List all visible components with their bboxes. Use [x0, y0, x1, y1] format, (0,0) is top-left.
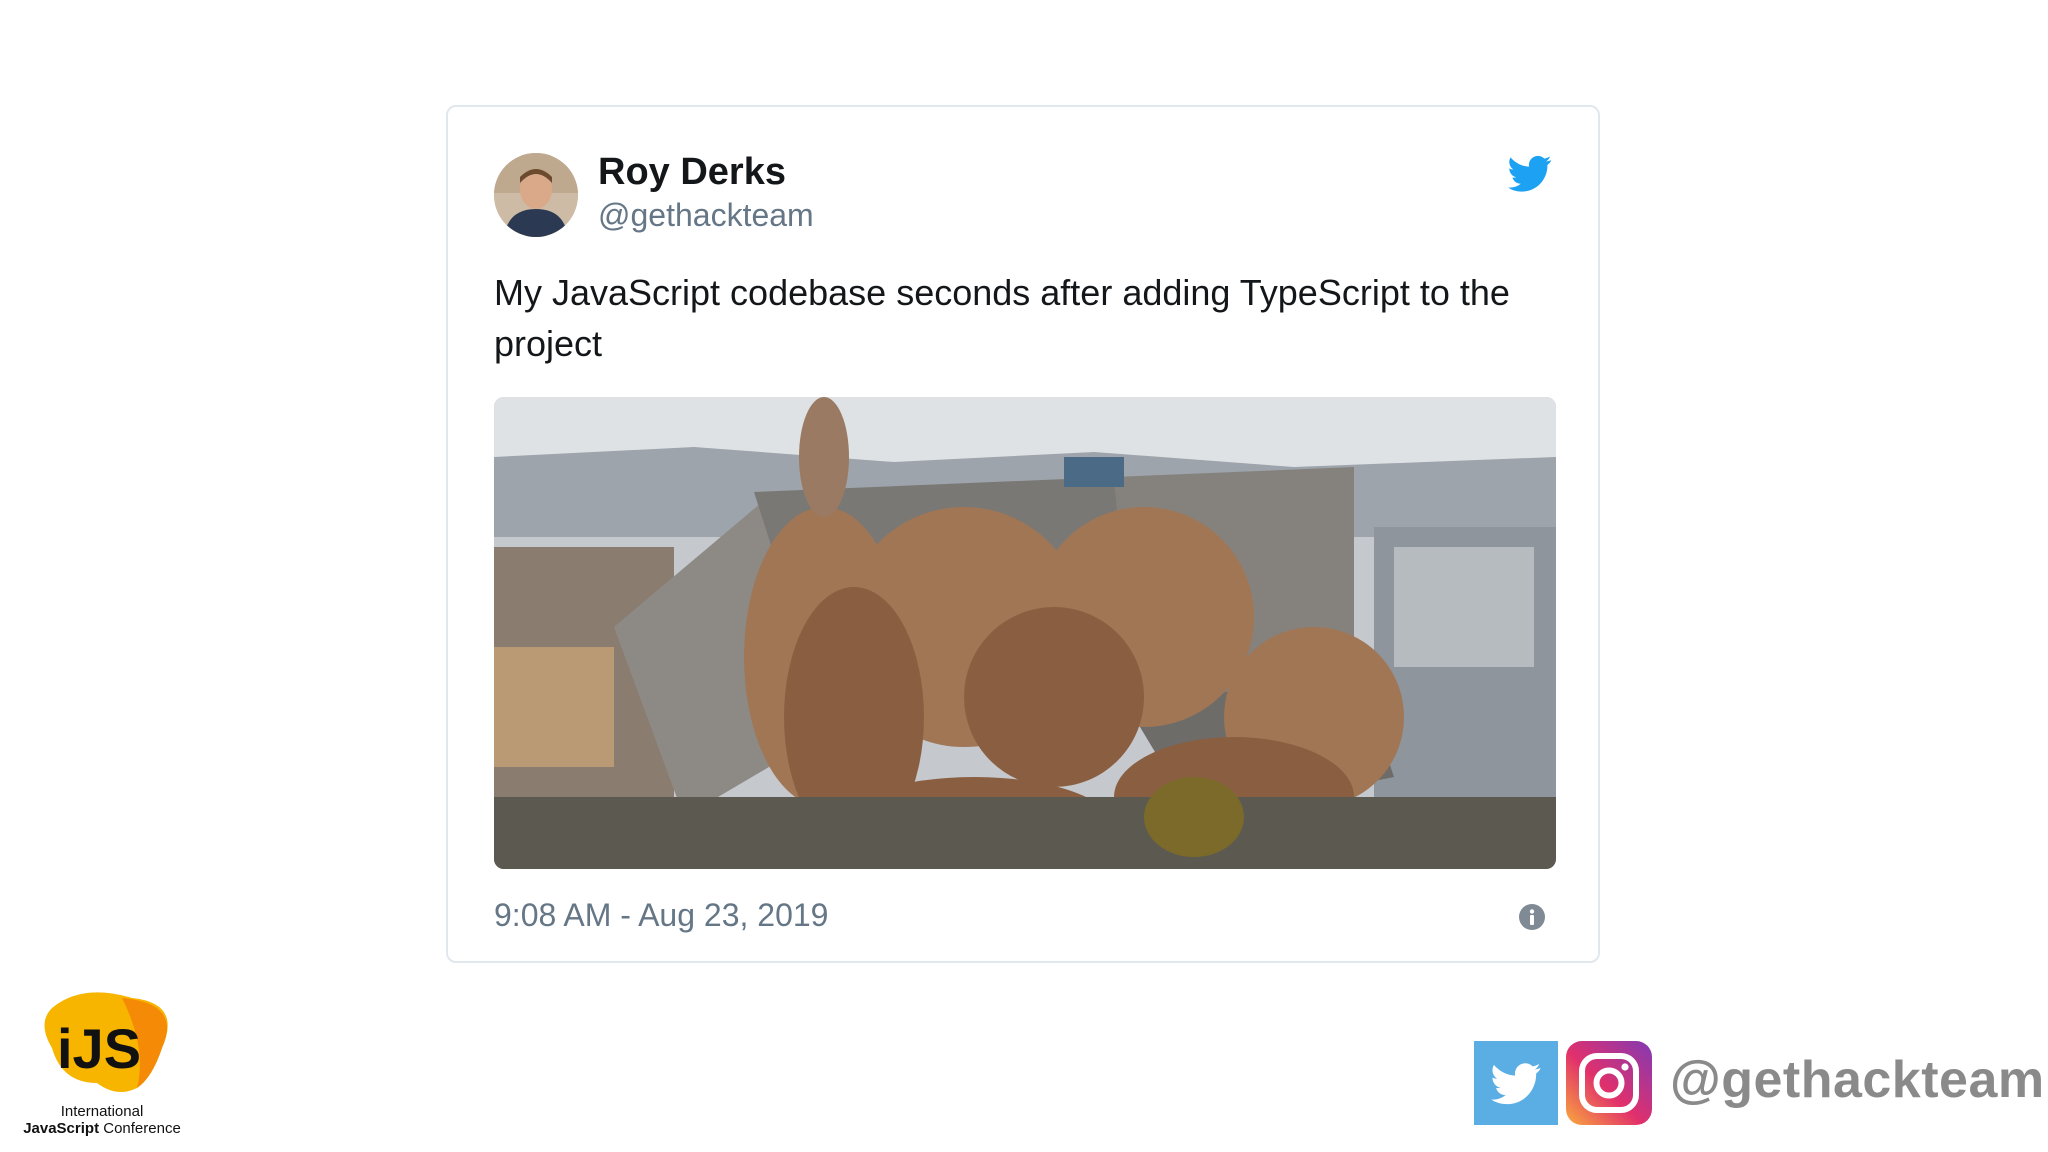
author-handle[interactable]: @gethackteam	[598, 197, 814, 234]
twitter-icon[interactable]	[1474, 1041, 1558, 1125]
instagram-icon[interactable]	[1566, 1041, 1652, 1125]
twitter-bird-icon[interactable]	[1508, 155, 1552, 193]
tweet-media-image[interactable]	[494, 397, 1556, 869]
ijs-subtitle-bold: JavaScript	[23, 1120, 100, 1137]
tweet-timestamp[interactable]: 9:08 AM - Aug 23, 2019	[494, 897, 828, 934]
ijs-subtitle-line2: JavaScript Conference	[22, 1120, 182, 1137]
info-icon[interactable]	[1518, 903, 1546, 931]
author-name[interactable]: Roy Derks	[598, 151, 786, 194]
svg-text:iJS: iJS	[57, 1017, 141, 1080]
tweet-text: My JavaScript codebase seconds after add…	[494, 272, 1510, 364]
ijs-subtitle-rest: Conference	[99, 1120, 181, 1137]
footer-social-handle[interactable]: @gethackteam	[1670, 1050, 2045, 1110]
ijs-subtitle-line1: International	[60, 1103, 144, 1120]
tweet-card[interactable]: Roy Derks @gethackteam My JavaScript cod…	[446, 105, 1600, 963]
author-avatar[interactable]	[494, 153, 578, 237]
